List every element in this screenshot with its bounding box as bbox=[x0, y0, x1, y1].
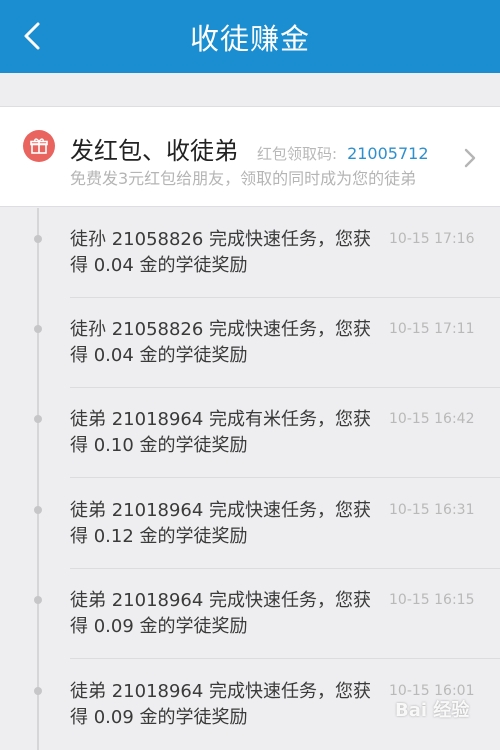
list-item[interactable]: 徒弟 21018964 完成有米任务，您获得 0.10 金的学徒奖励 10-15… bbox=[0, 388, 500, 478]
invite-subtitle: 免费发3元红包给朋友，领取的同时成为您的徒弟 bbox=[70, 169, 417, 188]
invite-title: 发红包、收徒弟 bbox=[70, 137, 238, 165]
record-time: 10-15 16:31 bbox=[389, 502, 475, 518]
timeline-dot bbox=[34, 415, 42, 423]
list-item[interactable]: 徒弟 21018964 完成快速任务，您获得 0.12 金的学徒奖励 10-15… bbox=[0, 479, 500, 569]
record-text: 徒孙 21058826 完成快速任务，您获得 0.04 金的学徒奖励 bbox=[70, 229, 372, 276]
record-text: 徒弟 21018964 完成快速任务，您获得 0.09 金的学徒奖励 bbox=[70, 590, 372, 637]
back-button[interactable] bbox=[14, 18, 50, 54]
chevron-right-icon bbox=[464, 148, 476, 168]
code-label: 红包领取码: bbox=[257, 145, 338, 163]
timeline-dot bbox=[34, 235, 42, 243]
record-time: 10-15 17:11 bbox=[389, 321, 475, 337]
list-item[interactable]: 徒孙 21058826 完成快速任务，您获得 0.04 金的学徒奖励 10-15… bbox=[0, 298, 500, 388]
record-time: 10-15 17:16 bbox=[389, 231, 475, 247]
list-item[interactable]: 徒孙 21058826 完成快速任务，您获得 0.04 金的学徒奖励 10-15… bbox=[0, 208, 500, 298]
timeline-dot bbox=[34, 325, 42, 333]
record-text: 徒弟 21018964 完成有米任务，您获得 0.10 金的学徒奖励 bbox=[70, 409, 372, 456]
divider bbox=[70, 658, 500, 659]
timeline-dot bbox=[34, 506, 42, 514]
chevron-left-icon bbox=[24, 22, 40, 50]
watermark-logo: Bai 经验 bbox=[395, 700, 470, 721]
red-packet-code: 红包领取码: 21005712 bbox=[257, 143, 429, 164]
record-text: 徒弟 21018964 完成快速任务，您获得 0.09 金的学徒奖励 bbox=[70, 681, 372, 728]
divider bbox=[70, 477, 500, 478]
timeline-dot bbox=[34, 687, 42, 695]
code-value: 21005712 bbox=[347, 144, 429, 163]
gift-icon bbox=[23, 130, 55, 162]
page-title: 收徒赚金 bbox=[189, 21, 310, 56]
list-item[interactable]: 徒弟 21018964 完成快速任务，您获得 0.09 金的学徒奖励 10-15… bbox=[0, 569, 500, 659]
record-time: 10-15 16:42 bbox=[389, 411, 475, 427]
record-text: 徒弟 21018964 完成快速任务，您获得 0.12 金的学徒奖励 bbox=[70, 500, 372, 547]
invite-card[interactable]: 发红包、收徒弟 红包领取码: 21005712 免费发3元红包给朋友，领取的同时成… bbox=[0, 106, 500, 207]
timeline-dot bbox=[34, 596, 42, 604]
record-time: 10-15 16:15 bbox=[389, 592, 475, 608]
record-text: 徒孙 21058826 完成快速任务，您获得 0.04 金的学徒奖励 bbox=[70, 319, 372, 366]
reward-timeline: 徒孙 21058826 完成快速任务，您获得 0.04 金的学徒奖励 10-15… bbox=[0, 208, 500, 750]
header-bar: 收徒赚金 bbox=[0, 0, 500, 73]
